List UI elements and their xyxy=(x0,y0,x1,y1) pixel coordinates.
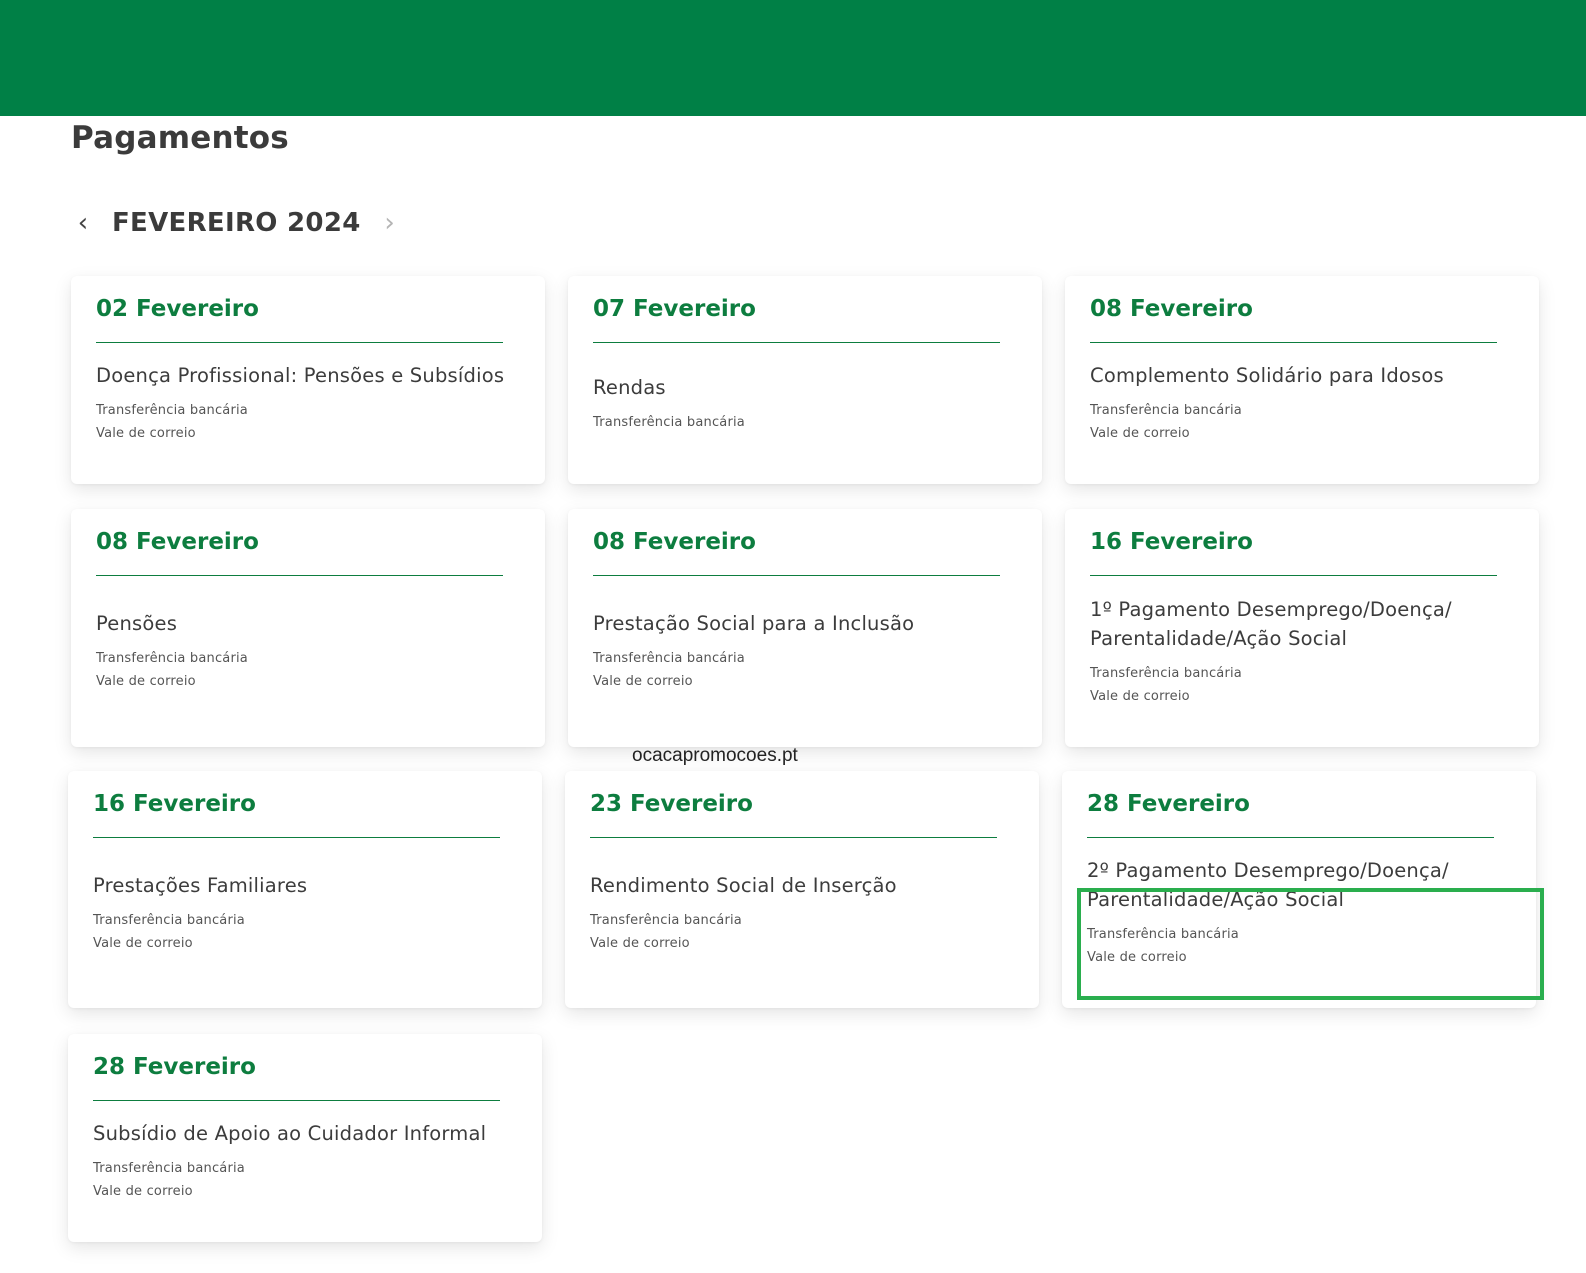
payment-title: Rendas xyxy=(593,373,1022,402)
payment-card: 08 Fevereiro Prestação Social para a Incl… xyxy=(568,509,1042,747)
card-divider xyxy=(93,837,500,838)
payment-date: 23 Fevereiro xyxy=(590,791,753,817)
payment-date: 16 Fevereiro xyxy=(93,791,256,817)
payment-method: Vale de correio xyxy=(93,1184,193,1199)
payment-title-line: Rendas xyxy=(593,375,666,399)
payment-card: 16 Fevereiro Prestações Familiares Transfe… xyxy=(68,771,542,1008)
payment-title: Prestação Social para a Inclusão xyxy=(593,609,1022,638)
payment-title-line: Parentalidade/Ação Social xyxy=(1090,626,1348,650)
payment-method: Transferência bancária xyxy=(590,912,742,928)
payment-title-line: Pensões xyxy=(96,612,178,635)
header-bar xyxy=(0,0,1586,116)
card-divider xyxy=(593,342,1000,343)
month-navigation: ‹ FEVEREIRO 2024 › xyxy=(70,203,403,243)
payment-title-line: Parentalidade/Ação Social xyxy=(1087,888,1345,911)
payment-method: Transferência bancária xyxy=(1087,927,1239,942)
card-divider xyxy=(96,575,503,576)
payment-date: 08 Fevereiro xyxy=(1090,296,1253,322)
card-divider xyxy=(1087,837,1494,838)
payment-card: 28 Fevereiro Subsídio de Apoio ao Cuidado… xyxy=(68,1034,542,1242)
payment-title-line: 1º Pagamento Desemprego/Doença/ xyxy=(1090,597,1452,621)
payment-method: Vale de correio xyxy=(96,674,196,689)
payment-title: Pensões xyxy=(96,609,525,638)
payment-title-line: Prestações Familiares xyxy=(93,873,308,897)
chevron-left-icon[interactable]: ‹ xyxy=(70,206,96,240)
month-label: FEVEREIRO 2024 xyxy=(112,208,361,238)
payment-method: Transferência bancária xyxy=(593,414,745,430)
payment-date: 07 Fevereiro xyxy=(593,296,756,322)
payment-card: 16 Fevereiro 1º Pagamento Desemprego/Doen… xyxy=(1065,509,1539,747)
payment-title: 2º Pagamento Desemprego/Doença/Parentali… xyxy=(1087,856,1516,914)
payment-card: 07 Fevereiro Rendas Transferência bancária xyxy=(568,276,1042,484)
payment-title-line: Complemento Solidário para Idosos xyxy=(1090,364,1444,387)
card-body: Doença Profissional: Pensões e Subsídios… xyxy=(96,346,525,460)
payment-title-line: Prestação Social para a Inclusão xyxy=(593,612,915,635)
payment-title-line: Rendimento Social de Inserção xyxy=(590,873,897,897)
card-divider xyxy=(593,575,1000,576)
card-body: 1º Pagamento Desemprego/Doença/Parentali… xyxy=(1090,579,1519,723)
card-divider xyxy=(1090,575,1497,576)
payment-title: Doença Profissional: Pensões e Subsídios xyxy=(96,361,525,390)
payment-date: 16 Fevereiro xyxy=(1090,529,1253,555)
payment-date: 28 Fevereiro xyxy=(93,1054,256,1080)
payment-date: 08 Fevereiro xyxy=(593,529,756,555)
payment-title-line: Doença Profissional: Pensões e Subsídios xyxy=(96,364,505,387)
payment-title: Complemento Solidário para Idosos xyxy=(1090,361,1519,390)
card-divider xyxy=(590,837,997,838)
payment-method: Vale de correio xyxy=(590,935,690,951)
payment-method: Vale de correio xyxy=(1090,688,1190,704)
payment-method: Transferência bancária xyxy=(93,912,245,928)
payment-method: Transferência bancária xyxy=(593,651,745,666)
card-body: Subsídio de Apoio ao Cuidador Informal Tr… xyxy=(93,1104,522,1218)
payment-card: 28 Fevereiro 2º Pagamento Desemprego/Doen… xyxy=(1062,771,1536,1008)
card-body: Complemento Solidário para Idosos Transfe… xyxy=(1090,346,1519,460)
payment-card: 23 Fevereiro Rendimento Social de Inserçã… xyxy=(565,771,1039,1008)
card-body: Prestação Social para a Inclusão Transfer… xyxy=(593,579,1022,723)
card-body: Rendas Transferência bancária xyxy=(593,346,1022,460)
payment-title: Subsídio de Apoio ao Cuidador Informal xyxy=(93,1119,522,1148)
card-body: Prestações Familiares Transferência bancá… xyxy=(93,841,522,984)
payment-method: Vale de correio xyxy=(1090,426,1190,441)
payment-method: Transferência bancária xyxy=(93,1161,245,1176)
payment-date: 08 Fevereiro xyxy=(96,529,259,555)
payment-method: Transferência bancária xyxy=(1090,665,1242,681)
payment-card: 02 Fevereiro Doença Profissional: Pensões… xyxy=(71,276,545,484)
page-title: Pagamentos xyxy=(71,120,289,156)
payment-method: Transferência bancária xyxy=(1090,403,1242,418)
card-divider xyxy=(1090,342,1497,343)
payment-method: Vale de correio xyxy=(1087,950,1187,965)
payment-method: Vale de correio xyxy=(593,674,693,689)
payment-card: 08 Fevereiro Pensões Transferência bancári… xyxy=(71,509,545,747)
payment-title: Rendimento Social de Inserção xyxy=(590,871,1019,900)
payment-title: 1º Pagamento Desemprego/Doença/Parentali… xyxy=(1090,595,1519,653)
payment-method: Transferência bancária xyxy=(96,651,248,666)
payment-date: 28 Fevereiro xyxy=(1087,791,1250,817)
card-divider xyxy=(96,342,503,343)
card-body: Pensões Transferência bancária Vale de cor… xyxy=(96,579,525,723)
card-divider xyxy=(93,1100,500,1101)
chevron-right-icon[interactable]: › xyxy=(377,206,403,240)
payment-card: 08 Fevereiro Complemento Solidário para I… xyxy=(1065,276,1539,484)
watermark-text: ocacapromocoes.pt xyxy=(632,745,798,766)
payment-title-line: Subsídio de Apoio ao Cuidador Informal xyxy=(93,1122,487,1145)
payment-method: Vale de correio xyxy=(96,426,196,441)
payment-method: Transferência bancária xyxy=(96,403,248,418)
payment-date: 02 Fevereiro xyxy=(96,296,259,322)
payment-method: Vale de correio xyxy=(93,935,193,951)
card-body: Rendimento Social de Inserção Transferênc… xyxy=(590,841,1019,984)
card-body: 2º Pagamento Desemprego/Doença/Parentali… xyxy=(1087,841,1516,984)
payment-title: Prestações Familiares xyxy=(93,871,522,900)
payment-title-line: 2º Pagamento Desemprego/Doença/ xyxy=(1087,859,1449,882)
